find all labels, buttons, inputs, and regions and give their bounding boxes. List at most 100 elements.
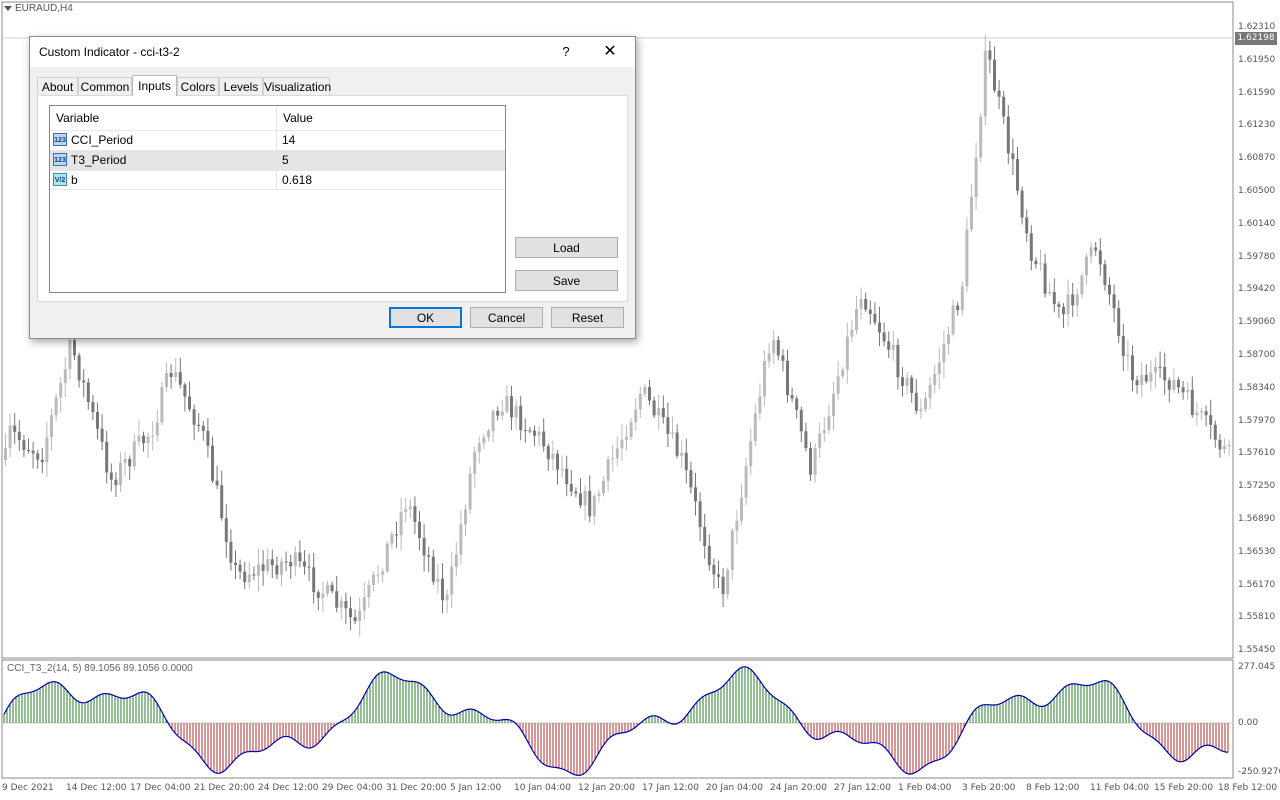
candle-body (372, 574, 375, 585)
candle-body (261, 564, 265, 571)
candle-body (1144, 374, 1148, 382)
candle-body (634, 409, 638, 423)
candle-body (740, 497, 743, 521)
candle-body (17, 431, 21, 441)
time-tick-label: 10 Jan 04:00 (514, 783, 571, 793)
candle-body (1075, 294, 1079, 306)
dialog-title-bar[interactable]: Custom Indicator - cci-t3-2 ? ✕ (30, 37, 635, 67)
cancel-button[interactable]: Cancel (470, 307, 543, 328)
inputs-table[interactable]: Variable Value 123 CCI_Period 14 123 T3_… (49, 105, 506, 293)
candle-body (657, 408, 661, 416)
column-header-value[interactable]: Value (277, 106, 505, 130)
candle-body (385, 543, 389, 572)
table-row[interactable]: V/2 b 0.618 (50, 170, 505, 190)
dropdown-triangle-icon[interactable] (4, 6, 12, 11)
time-tick-label: 17 Dec 04:00 (130, 783, 191, 793)
candle-body (13, 425, 17, 432)
candle-body (1181, 387, 1185, 393)
candle-body (404, 509, 408, 512)
tab-about[interactable]: About (37, 77, 78, 95)
candle-body (45, 437, 49, 463)
load-button[interactable]: Load (515, 237, 618, 258)
candle-body (197, 424, 201, 426)
candle-body (611, 458, 615, 460)
candle-body (592, 496, 596, 517)
candle-body (362, 597, 366, 611)
candle-body (500, 411, 504, 416)
candle-body (54, 397, 58, 416)
candle-body (1029, 233, 1033, 261)
time-tick-label: 9 Dec 2021 (2, 783, 54, 793)
price-tick-label: 1.56530 (1238, 546, 1276, 557)
time-tick-label: 31 Dec 20:00 (386, 783, 447, 793)
candle-body (344, 601, 348, 609)
candle-body (726, 570, 730, 595)
candle-body (473, 452, 477, 474)
column-header-variable[interactable]: Variable (50, 106, 276, 130)
candle-body (1043, 263, 1047, 294)
price-tick-label: 1.55810 (1238, 612, 1276, 623)
help-icon[interactable]: ? (556, 42, 576, 62)
candle-body (528, 430, 532, 432)
candle-body (496, 410, 500, 416)
candle-body (933, 373, 937, 385)
candle-body (1126, 355, 1130, 357)
candle-body (1163, 366, 1167, 381)
candle-body (510, 396, 513, 418)
symbol-label[interactable]: EURAUD,H4 (4, 3, 73, 14)
tab-inputs[interactable]: Inputs (132, 75, 177, 96)
candle-body (882, 332, 886, 342)
time-tick-label: 24 Jan 20:00 (770, 783, 827, 793)
current-price-label: 1.62198 (1235, 32, 1277, 45)
indicator-axis-max: 277.045 (1238, 662, 1276, 672)
custom-indicator-dialog[interactable]: Custom Indicator - cci-t3-2 ? ✕ About Co… (29, 36, 636, 339)
tab-common[interactable]: Common (78, 77, 132, 95)
save-button[interactable]: Save (515, 270, 618, 291)
candle-body (951, 305, 955, 335)
dialog-title: Custom Indicator - cci-t3-2 (39, 45, 180, 59)
candle-body (431, 556, 435, 582)
candle-body (891, 344, 895, 350)
candle-body (137, 435, 141, 442)
price-tick-label: 1.59420 (1238, 284, 1276, 295)
price-tick-label: 1.57970 (1238, 415, 1276, 426)
candle-body (1080, 275, 1084, 295)
candle-body (1002, 96, 1006, 117)
table-row[interactable]: 123 CCI_Period 14 (50, 130, 505, 150)
candle-body (151, 435, 155, 437)
candle-body (399, 511, 403, 536)
candle-body (441, 578, 444, 601)
ok-button[interactable]: OK (389, 307, 462, 328)
variable-value[interactable]: 14 (282, 133, 295, 147)
candle-body (901, 377, 904, 386)
candle-body (542, 431, 546, 447)
variable-value[interactable]: 5 (282, 153, 289, 167)
candle-body (997, 90, 1001, 97)
candle-body (142, 435, 145, 444)
candle-body (59, 382, 63, 398)
candle-body (979, 116, 983, 158)
variable-value[interactable]: 0.618 (282, 173, 312, 187)
candle-body (841, 369, 845, 377)
candle-body (638, 393, 642, 410)
candle-body (224, 518, 228, 542)
candle-body (772, 340, 776, 354)
candle-body (643, 386, 647, 394)
candle-body (215, 480, 219, 486)
tab-visualization[interactable]: Visualization (263, 77, 331, 95)
candle-body (758, 396, 762, 414)
time-tick-label: 14 Dec 12:00 (66, 783, 127, 793)
candle-body (206, 430, 210, 446)
candle-body (284, 561, 288, 563)
tab-colors[interactable]: Colors (177, 77, 219, 95)
candle-body (445, 594, 449, 601)
candle-body (298, 552, 302, 562)
table-row[interactable]: 123 T3_Period 5 (50, 150, 505, 170)
close-icon[interactable]: ✕ (597, 41, 623, 63)
candle-body (252, 574, 256, 576)
candle-body (1103, 264, 1107, 285)
reset-button[interactable]: Reset (551, 307, 624, 328)
tab-levels[interactable]: Levels (219, 77, 263, 95)
price-tick-label: 1.58340 (1238, 382, 1276, 393)
price-tick-label: 1.60140 (1238, 218, 1276, 229)
